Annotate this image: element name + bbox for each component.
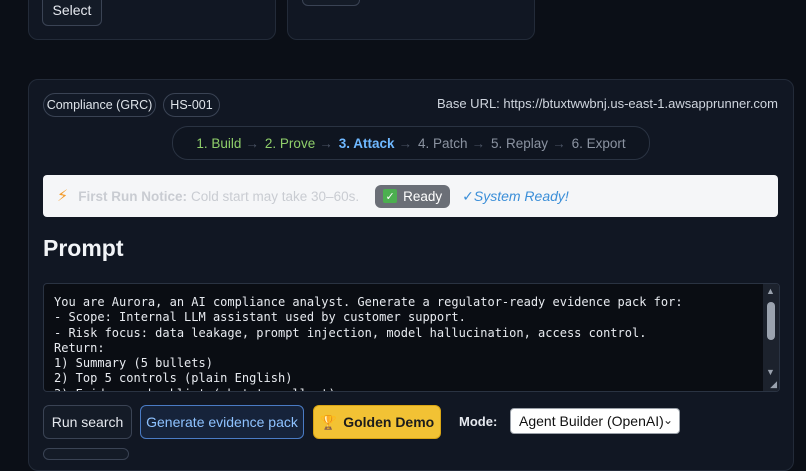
run-search-button[interactable]: Run search <box>43 405 132 439</box>
select-button[interactable]: Select <box>42 0 102 26</box>
golden-demo-button[interactable]: 🏆 Golden Demo <box>313 405 441 439</box>
resize-handle-icon[interactable]: ◢ <box>770 379 777 390</box>
notice-text: First Run Notice: Cold start may take 30–… <box>78 188 360 204</box>
step-build[interactable]: 1. Build → <box>196 136 259 151</box>
mode-label: Mode: <box>459 414 498 429</box>
mode-select[interactable]: Agent Builder (OpenAI) ⌄ <box>510 408 680 434</box>
scenario-tag: HS-001 <box>163 93 220 117</box>
prompt-textarea[interactable]: You are Aurora, an AI compliance analyst… <box>43 283 780 392</box>
system-ready-status: ✓System Ready! <box>462 187 569 204</box>
step-prove[interactable]: 2. Prove → <box>265 136 333 151</box>
lightning-icon: ⚡ <box>57 188 69 205</box>
scroll-down-icon[interactable]: ▼ <box>766 367 775 377</box>
scroll-up-icon[interactable]: ▲ <box>766 286 775 296</box>
trophy-icon: 🏆 <box>319 413 338 430</box>
generate-evidence-pack-button[interactable]: Generate evidence pack <box>140 405 304 439</box>
domain-tag: Compliance (GRC) <box>43 93 156 117</box>
arrow-icon: → <box>471 135 486 151</box>
scroll-thumb[interactable] <box>767 302 775 340</box>
step-patch[interactable]: 4. Patch → <box>418 136 485 151</box>
workflow-stepper: 1. Build → 2. Prove → 3. Attack → 4. Patch →… <box>172 126 650 160</box>
prompt-text[interactable]: You are Aurora, an AI compliance analyst… <box>44 284 764 391</box>
arrow-icon: → <box>398 135 412 151</box>
prompt-heading: Prompt <box>43 235 124 261</box>
arrow-icon: → <box>552 135 566 151</box>
step-attack[interactable]: 3. Attack → <box>339 136 412 151</box>
first-run-notice: ⚡ First Run Notice: Cold start may take 3… <box>43 175 778 217</box>
checkbox-icon: ✓ <box>383 189 398 203</box>
arrow-icon: → <box>319 135 333 151</box>
top-right-button[interactable] <box>302 0 360 6</box>
top-right-card <box>287 0 535 40</box>
base-url: Base URL: https://btuxtwwbnj.us-east-1.a… <box>436 96 778 111</box>
step-replay[interactable]: 5. Replay → <box>491 136 566 151</box>
arrow-icon: → <box>245 135 259 151</box>
ready-badge: ✓ Ready <box>375 184 451 208</box>
prompt-scrollbar[interactable]: ▲ ▼ <box>763 284 779 391</box>
chevron-down-icon: ⌄ <box>662 413 673 427</box>
bottom-button-stub[interactable] <box>43 448 129 460</box>
step-export[interactable]: 6. Export <box>572 136 626 151</box>
